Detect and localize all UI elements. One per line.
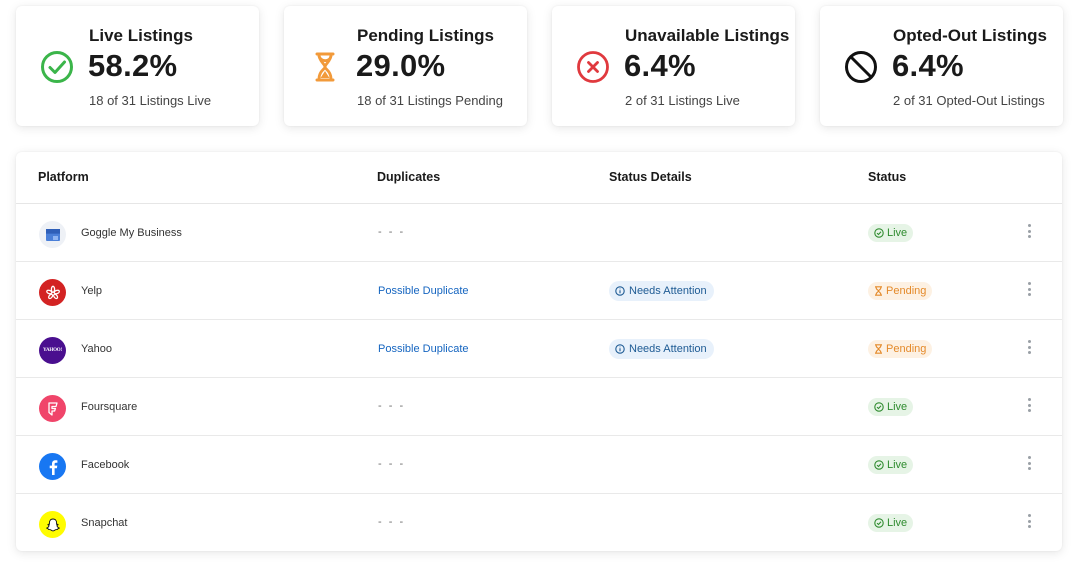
status-badge: Live xyxy=(868,224,914,242)
header-platform[interactable]: Platform xyxy=(38,170,89,184)
status-badge: Pending xyxy=(868,282,933,300)
yahoo-logo-text: YAHOO! xyxy=(43,348,62,353)
hourglass-icon xyxy=(308,50,342,84)
details-label: Needs Attention xyxy=(629,343,707,355)
platform-name: Yahoo xyxy=(81,343,112,355)
listings-table: Platform Duplicates Status Details Statu… xyxy=(16,152,1062,551)
status-badge: Live xyxy=(868,514,914,532)
more-options-icon[interactable] xyxy=(1025,397,1033,413)
x-circle-icon xyxy=(576,50,610,84)
card-title: Opted-Out Listings xyxy=(893,26,1047,45)
google-my-business-logo xyxy=(39,221,66,248)
duplicates-value: - - - xyxy=(378,226,406,238)
platform-name: Snapchat xyxy=(81,517,128,529)
more-options-icon[interactable] xyxy=(1025,339,1033,355)
yelp-logo xyxy=(39,279,66,306)
yahoo-logo: YAHOO! xyxy=(39,337,66,364)
more-options-icon[interactable] xyxy=(1025,281,1033,297)
hourglass-icon xyxy=(875,344,882,354)
card-live-listings: Live Listings 58.2% 18 of 31 Listings Li… xyxy=(16,6,259,126)
card-subtitle: 18 of 31 Listings Pending xyxy=(357,93,503,108)
more-options-icon[interactable] xyxy=(1025,455,1033,471)
hourglass-icon xyxy=(875,286,882,296)
block-icon xyxy=(844,50,878,84)
needs-attention-badge[interactable]: Needs Attention xyxy=(609,339,714,359)
header-status-details[interactable]: Status Details xyxy=(609,170,692,184)
card-unavailable-listings: Unavailable Listings 6.4% 2 of 31 Listin… xyxy=(552,6,795,126)
status-label: Live xyxy=(887,401,908,413)
possible-duplicate-link[interactable]: Possible Duplicate xyxy=(378,343,469,355)
table-row[interactable]: Facebook - - - Live xyxy=(16,436,1062,494)
card-subtitle: 2 of 31 Opted-Out Listings xyxy=(893,93,1045,108)
status-badge: Pending xyxy=(868,340,933,358)
possible-duplicate-link[interactable]: Possible Duplicate xyxy=(378,285,469,297)
info-icon xyxy=(615,344,625,354)
card-title: Unavailable Listings xyxy=(625,26,790,45)
summary-cards: Live Listings 58.2% 18 of 31 Listings Li… xyxy=(16,6,1064,126)
platform-name: Yelp xyxy=(81,285,103,297)
foursquare-logo xyxy=(39,395,66,422)
card-title: Pending Listings xyxy=(357,26,494,45)
status-badge: Live xyxy=(868,398,914,416)
info-icon xyxy=(615,286,625,296)
status-label: Pending xyxy=(886,343,927,355)
platform-name: Facebook xyxy=(81,459,130,471)
check-circle-icon xyxy=(874,460,884,470)
platform-name: Goggle My Business xyxy=(81,227,182,239)
card-opted-out-listings: Opted-Out Listings 6.4% 2 of 31 Opted-Ou… xyxy=(820,6,1063,126)
check-circle-icon xyxy=(874,518,884,528)
header-duplicates[interactable]: Duplicates xyxy=(377,170,440,184)
table-row[interactable]: Goggle My Business - - - Live xyxy=(16,204,1062,262)
card-subtitle: 2 of 31 Listings Live xyxy=(625,93,740,108)
table-row[interactable]: Snapchat - - - Live xyxy=(16,494,1062,551)
status-label: Live xyxy=(887,459,908,471)
duplicates-value: - - - xyxy=(378,458,406,470)
status-label: Pending xyxy=(886,285,927,297)
table-header: Platform Duplicates Status Details Statu… xyxy=(16,152,1062,204)
card-percent: 29.0% xyxy=(356,48,446,83)
more-options-icon[interactable] xyxy=(1025,513,1033,529)
more-options-icon[interactable] xyxy=(1025,223,1033,239)
table-row[interactable]: YAHOO! Yahoo Possible Duplicate Needs At… xyxy=(16,320,1062,378)
card-percent: 6.4% xyxy=(892,48,964,83)
card-pending-listings: Pending Listings 29.0% 18 of 31 Listings… xyxy=(284,6,527,126)
card-subtitle: 18 of 31 Listings Live xyxy=(89,93,212,108)
card-percent: 6.4% xyxy=(624,48,696,83)
facebook-logo xyxy=(39,453,66,480)
platform-name: Foursquare xyxy=(81,401,138,413)
details-label: Needs Attention xyxy=(629,285,707,297)
status-label: Live xyxy=(887,517,908,529)
duplicates-value: - - - xyxy=(378,516,406,528)
card-title: Live Listings xyxy=(89,26,193,45)
card-percent: 58.2% xyxy=(88,48,178,83)
check-circle-icon xyxy=(874,228,884,238)
snapchat-logo xyxy=(39,511,66,538)
check-circle-icon xyxy=(40,50,74,84)
header-status[interactable]: Status xyxy=(868,170,906,184)
needs-attention-badge[interactable]: Needs Attention xyxy=(609,281,714,301)
check-circle-icon xyxy=(874,402,884,412)
duplicates-value: - - - xyxy=(378,400,406,412)
table-row[interactable]: Yelp Possible Duplicate Needs Attention … xyxy=(16,262,1062,320)
status-label: Live xyxy=(887,227,908,239)
status-badge: Live xyxy=(868,456,914,474)
table-row[interactable]: Foursquare - - - Live xyxy=(16,378,1062,436)
